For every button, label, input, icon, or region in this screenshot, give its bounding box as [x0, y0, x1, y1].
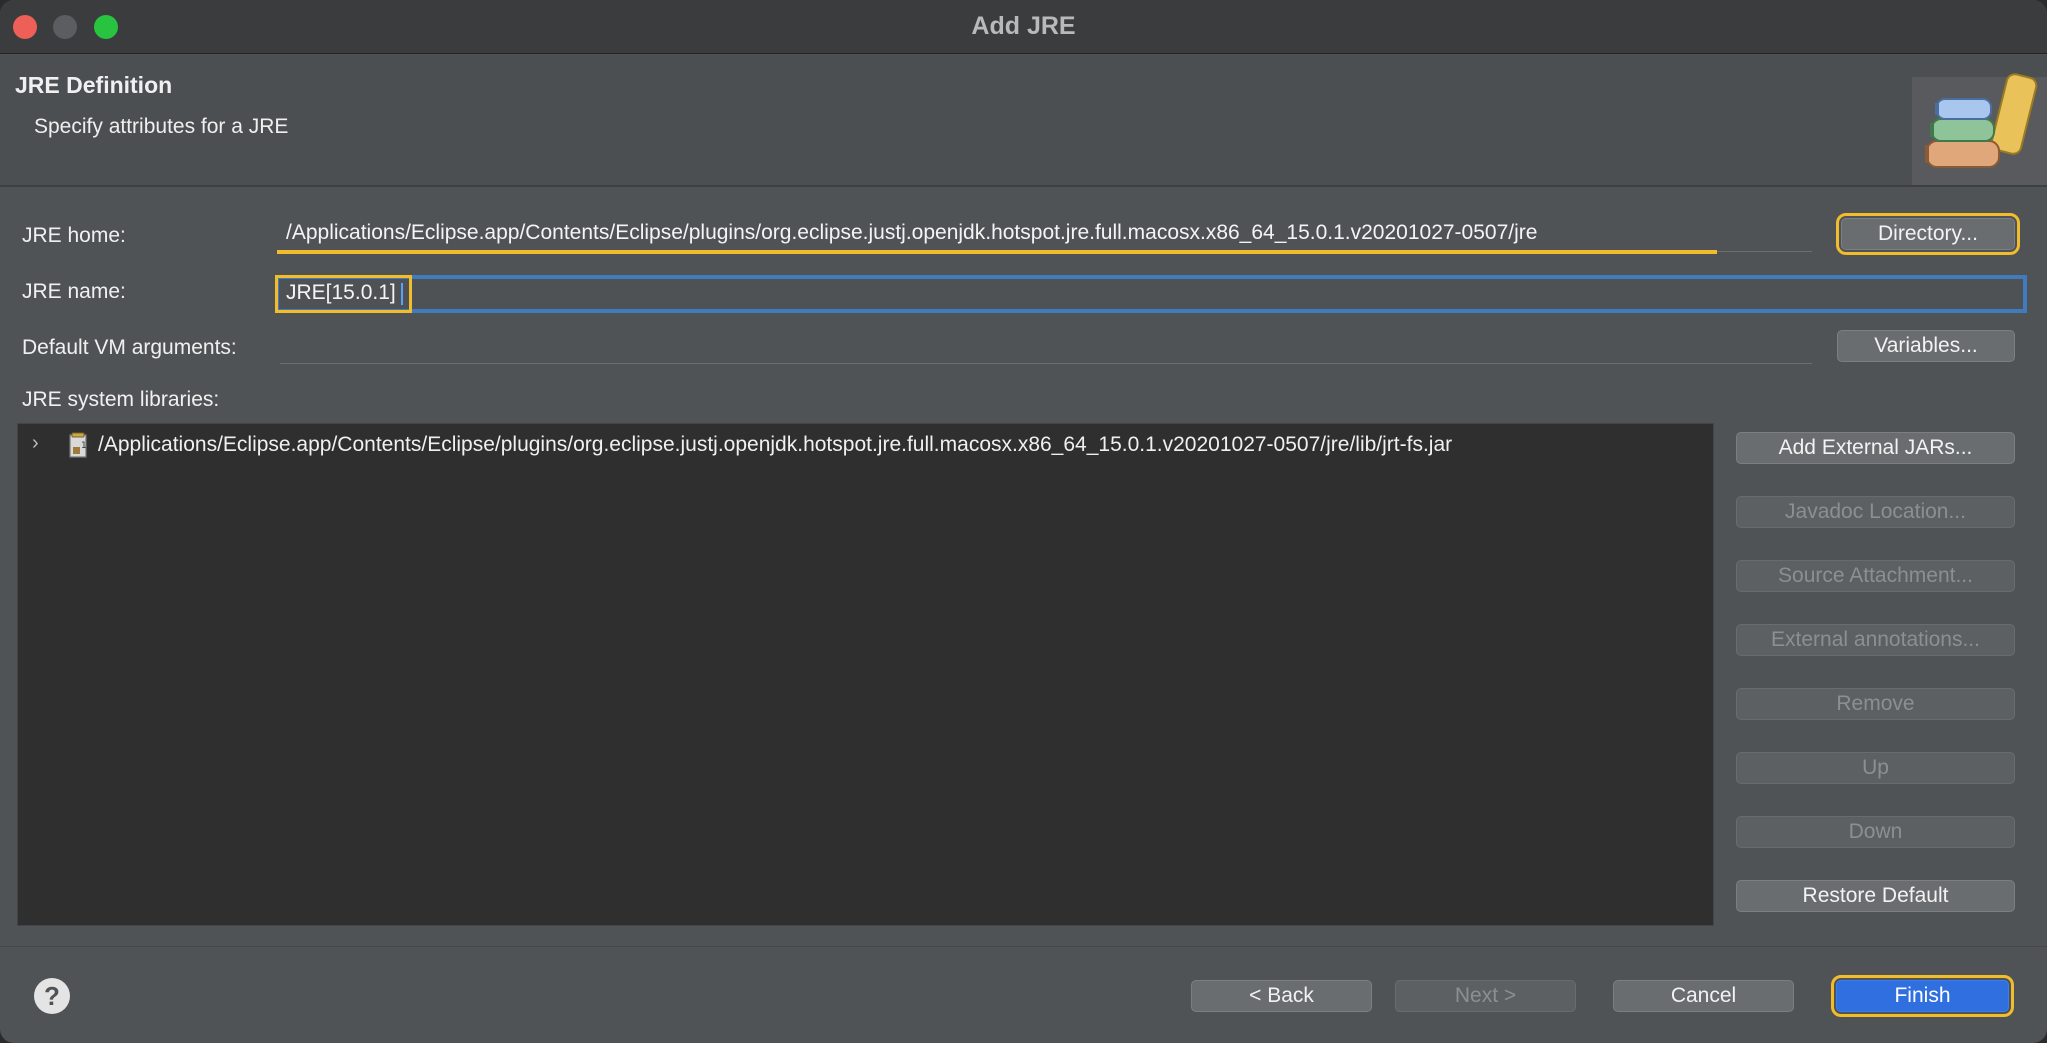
- jre-home-highlight: [277, 250, 1717, 254]
- window-title: Add JRE: [971, 12, 1076, 40]
- help-icon[interactable]: ?: [34, 978, 70, 1014]
- jre-name-field[interactable]: [275, 275, 2027, 313]
- jre-libraries-tree[interactable]: › 10 /Applications/Eclipse.app/Contents/…: [17, 423, 1714, 926]
- jre-home-field[interactable]: /Applications/Eclipse.app/Contents/Eclip…: [280, 216, 1812, 252]
- jre-home-label: JRE home:: [22, 224, 126, 247]
- vm-args-label: Default VM arguments:: [22, 336, 237, 359]
- title-bar: Add JRE: [0, 0, 2047, 54]
- up-button[interactable]: Up: [1736, 752, 2015, 784]
- library-books-icon: [1912, 73, 2047, 185]
- restore-default-button[interactable]: Restore Default: [1736, 880, 2015, 912]
- wizard-header: JRE Definition Specify attributes for a …: [0, 55, 2047, 186]
- external-annotations-button[interactable]: External annotations...: [1736, 624, 2015, 656]
- expand-chevron-icon[interactable]: ›: [32, 432, 39, 455]
- footer-divider: [0, 946, 2047, 947]
- variables-button[interactable]: Variables...: [1837, 330, 2015, 362]
- text-caret: [401, 283, 403, 305]
- source-attachment-button[interactable]: Source Attachment...: [1736, 560, 2015, 592]
- page-title: JRE Definition: [15, 72, 173, 98]
- finish-button[interactable]: Finish: [1831, 975, 2014, 1017]
- jre-libraries-label: JRE system libraries:: [22, 388, 220, 411]
- svg-text:10: 10: [81, 441, 93, 451]
- directory-button[interactable]: Directory...: [1836, 213, 2020, 255]
- add-external-jars-button[interactable]: Add External JARs...: [1736, 432, 2015, 464]
- next-button[interactable]: Next >: [1395, 980, 1576, 1012]
- jar-file-icon: 10: [69, 432, 93, 458]
- library-row[interactable]: › 10 /Applications/Eclipse.app/Contents/…: [18, 430, 1708, 460]
- jre-name-label: JRE name:: [22, 280, 126, 303]
- jre-name-value: JRE[15.0.1]: [286, 281, 396, 304]
- add-jre-dialog: Add JRE JRE Definition Specify attribute…: [0, 0, 2047, 1043]
- cancel-button[interactable]: Cancel: [1613, 980, 1794, 1012]
- down-button[interactable]: Down: [1736, 816, 2015, 848]
- vm-args-field[interactable]: [280, 328, 1812, 364]
- back-button[interactable]: < Back: [1191, 980, 1372, 1012]
- header-divider: [0, 186, 2047, 187]
- library-path: /Applications/Eclipse.app/Contents/Eclip…: [98, 433, 1453, 456]
- page-description: Specify attributes for a JRE: [34, 115, 289, 138]
- jre-home-value: /Applications/Eclipse.app/Contents/Eclip…: [286, 221, 1538, 244]
- javadoc-location-button[interactable]: Javadoc Location...: [1736, 496, 2015, 528]
- remove-button[interactable]: Remove: [1736, 688, 2015, 720]
